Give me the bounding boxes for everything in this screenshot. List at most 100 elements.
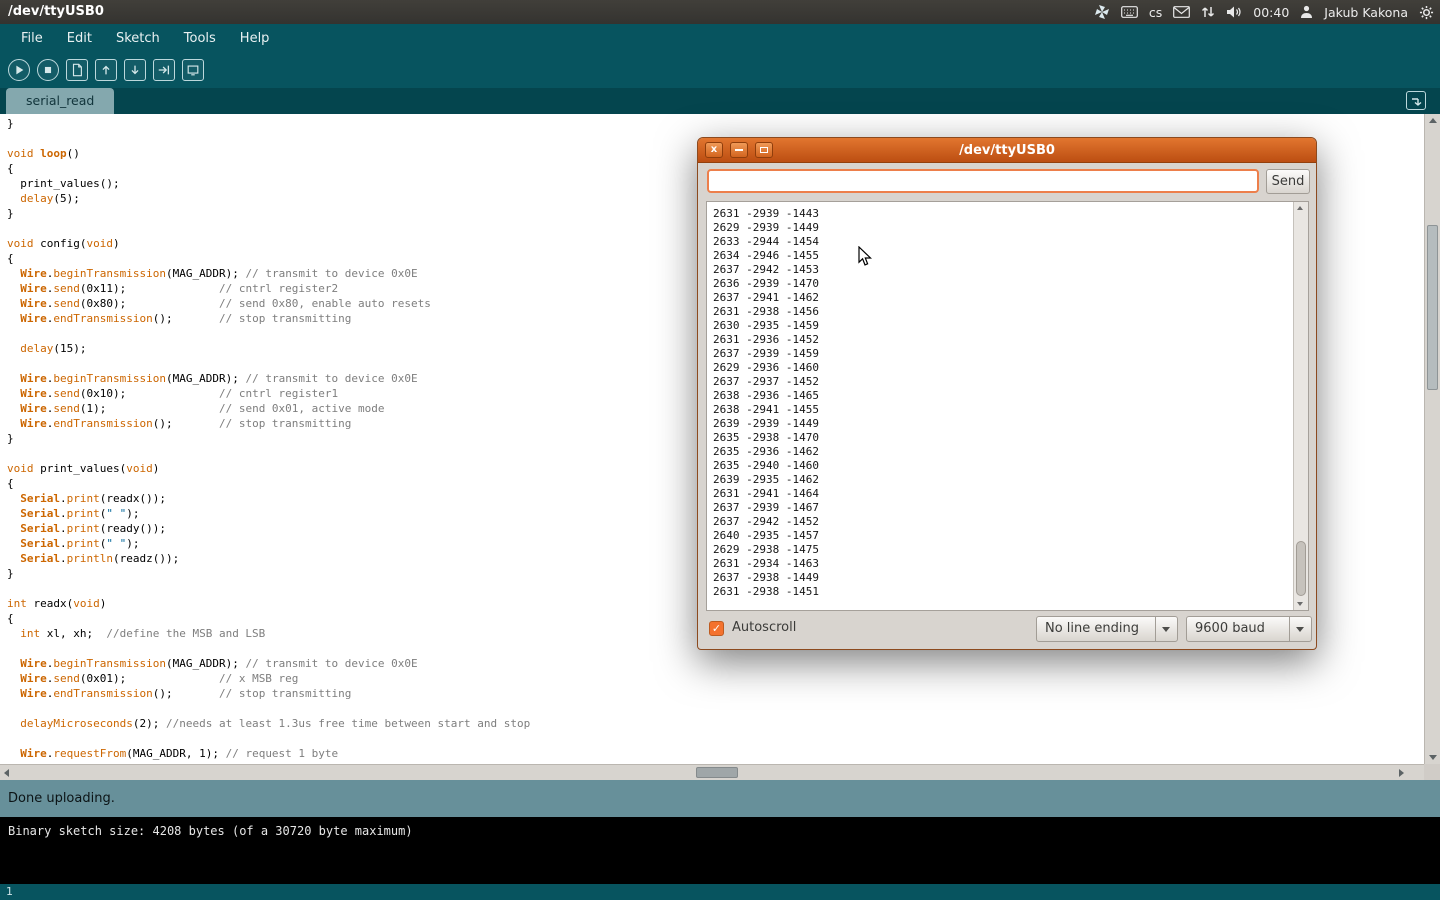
code-line: { [7, 611, 530, 626]
serial-scroll-down-icon[interactable] [1297, 602, 1303, 606]
code-line [7, 701, 530, 716]
serial-line: 2629 -2936 -1460 [713, 361, 1287, 375]
session-gear-icon[interactable] [1419, 5, 1434, 20]
menu-sketch[interactable]: Sketch [107, 27, 169, 50]
baud-rate-arrow-button[interactable] [1289, 617, 1311, 641]
baud-rate-select[interactable]: 9600 baud [1186, 616, 1312, 642]
keyboard-layout-label[interactable]: cs [1149, 5, 1162, 20]
console-output: Binary sketch size: 4208 bytes (of a 307… [0, 817, 1440, 884]
minimize-button[interactable] [730, 142, 748, 158]
code-line: } [7, 431, 530, 446]
menu-edit[interactable]: Edit [58, 27, 101, 50]
code-line: Serial.print(" "); [7, 506, 530, 521]
code-line: Wire.requestFrom(MAG_ADDR, 1); // reques… [7, 746, 530, 761]
scroll-left-icon[interactable] [4, 769, 9, 777]
menu-tools[interactable]: Tools [175, 27, 225, 50]
close-button[interactable]: x [705, 142, 723, 158]
code-line: Wire.endTransmission(); // stop transmit… [7, 416, 530, 431]
code-line: int xl, xh; //define the MSB and LSB [7, 626, 530, 641]
serial-monitor-titlebar[interactable]: x /dev/ttyUSB0 [698, 138, 1316, 163]
serial-scroll-up-icon[interactable] [1297, 206, 1303, 210]
upload-button[interactable] [153, 59, 175, 81]
save-button[interactable] [124, 59, 146, 81]
serial-line: 2631 -2938 -1456 [713, 305, 1287, 319]
serial-output: 2631 -2939 -14432629 -2939 -14492633 -29… [707, 202, 1293, 610]
send-button[interactable]: Send [1266, 169, 1310, 194]
maximize-icon [760, 147, 768, 153]
scroll-up-icon[interactable] [1429, 118, 1437, 123]
code-line: Wire.send(0x80); // send 0x80, enable au… [7, 296, 530, 311]
console-text: Binary sketch size: 4208 bytes (of a 307… [8, 824, 413, 838]
serial-line: 2639 -2935 -1462 [713, 473, 1287, 487]
mouse-cursor [858, 246, 872, 271]
code-line: { [7, 251, 530, 266]
open-button[interactable] [95, 59, 117, 81]
status-bar: Done uploading. [0, 780, 1440, 817]
code-line: delay(5); [7, 191, 530, 206]
menu-bar: File Edit Sketch Tools Help [0, 24, 1440, 52]
clock[interactable]: 00:40 [1253, 5, 1289, 20]
serial-line: 2637 -2939 -1467 [713, 501, 1287, 515]
volume-icon[interactable] [1226, 5, 1242, 19]
menu-file[interactable]: File [12, 27, 52, 50]
editor-vscrollbar[interactable] [1424, 114, 1440, 764]
serial-line: 2629 -2939 -1449 [713, 221, 1287, 235]
serial-scroll-thumb[interactable] [1296, 541, 1306, 596]
serial-line: 2637 -2941 -1462 [713, 291, 1287, 305]
serial-line: 2629 -2938 -1475 [713, 543, 1287, 557]
chevron-down-icon [1162, 627, 1170, 632]
code-line: Wire.send(0x11); // cntrl register2 [7, 281, 530, 296]
code-line [7, 221, 530, 236]
window-controls: x [705, 142, 773, 158]
mail-icon[interactable] [1173, 6, 1190, 18]
vscroll-thumb[interactable] [1427, 225, 1438, 390]
code-line: Wire.send(0x01); // x MSB reg [7, 671, 530, 686]
serial-line: 2631 -2941 -1464 [713, 487, 1287, 501]
line-ending-arrow-button[interactable] [1155, 617, 1177, 641]
code-line: } [7, 206, 530, 221]
serial-monitor-button[interactable] [182, 59, 204, 81]
serial-line: 2637 -2937 -1452 [713, 375, 1287, 389]
autoscroll-checkbox[interactable]: ✓ [709, 621, 724, 636]
sync-icon[interactable] [1094, 4, 1110, 20]
menu-help[interactable]: Help [231, 27, 279, 50]
scroll-down-icon[interactable] [1429, 755, 1437, 760]
code-line [7, 731, 530, 746]
code-line: Serial.print(" "); [7, 536, 530, 551]
editor-hscrollbar[interactable] [0, 764, 1424, 780]
code-line [7, 581, 530, 596]
serial-line: 2635 -2936 -1462 [713, 445, 1287, 459]
serial-line: 2631 -2939 -1443 [713, 207, 1287, 221]
scroll-right-icon[interactable] [1399, 769, 1404, 777]
user-icon[interactable] [1300, 5, 1313, 19]
serial-output-area[interactable]: 2631 -2939 -14432629 -2939 -14492633 -29… [706, 201, 1309, 611]
chevron-down-icon [1296, 627, 1304, 632]
stop-button[interactable] [37, 59, 59, 81]
serial-line: 2630 -2935 -1459 [713, 319, 1287, 333]
window-title: /dev/ttyUSB0 [8, 4, 104, 19]
network-traffic-icon[interactable] [1201, 5, 1215, 19]
new-sketch-button[interactable] [66, 59, 88, 81]
tab-menu-button[interactable] [1406, 91, 1426, 110]
keyboard-layout-icon[interactable] [1121, 6, 1138, 18]
serial-line: 2631 -2938 -1451 [713, 585, 1287, 599]
code-line: delayMicroseconds(2); //needs at least 1… [7, 716, 530, 731]
line-ending-select[interactable]: No line ending [1036, 616, 1178, 642]
line-number: 1 [6, 885, 13, 898]
hscroll-thumb[interactable] [696, 767, 738, 778]
verify-button[interactable] [8, 59, 30, 81]
code-line: Wire.send(1); // send 0x01, active mode [7, 401, 530, 416]
serial-line: 2639 -2939 -1449 [713, 417, 1287, 431]
code-line: { [7, 476, 530, 491]
tab-serial-read[interactable]: serial_read [6, 88, 114, 114]
serial-send-input[interactable] [707, 169, 1259, 193]
serial-line: 2631 -2936 -1452 [713, 333, 1287, 347]
maximize-button[interactable] [755, 142, 773, 158]
serial-scrollbar[interactable] [1293, 202, 1308, 610]
code-line: Serial.print(ready()); [7, 521, 530, 536]
code-line: int readx(void) [7, 596, 530, 611]
user-name[interactable]: Jakub Kakona [1324, 5, 1408, 20]
code-line: delay(15); [7, 341, 530, 356]
tab-bar: serial_read [0, 88, 1440, 114]
serial-monitor-title: /dev/ttyUSB0 [698, 138, 1316, 163]
